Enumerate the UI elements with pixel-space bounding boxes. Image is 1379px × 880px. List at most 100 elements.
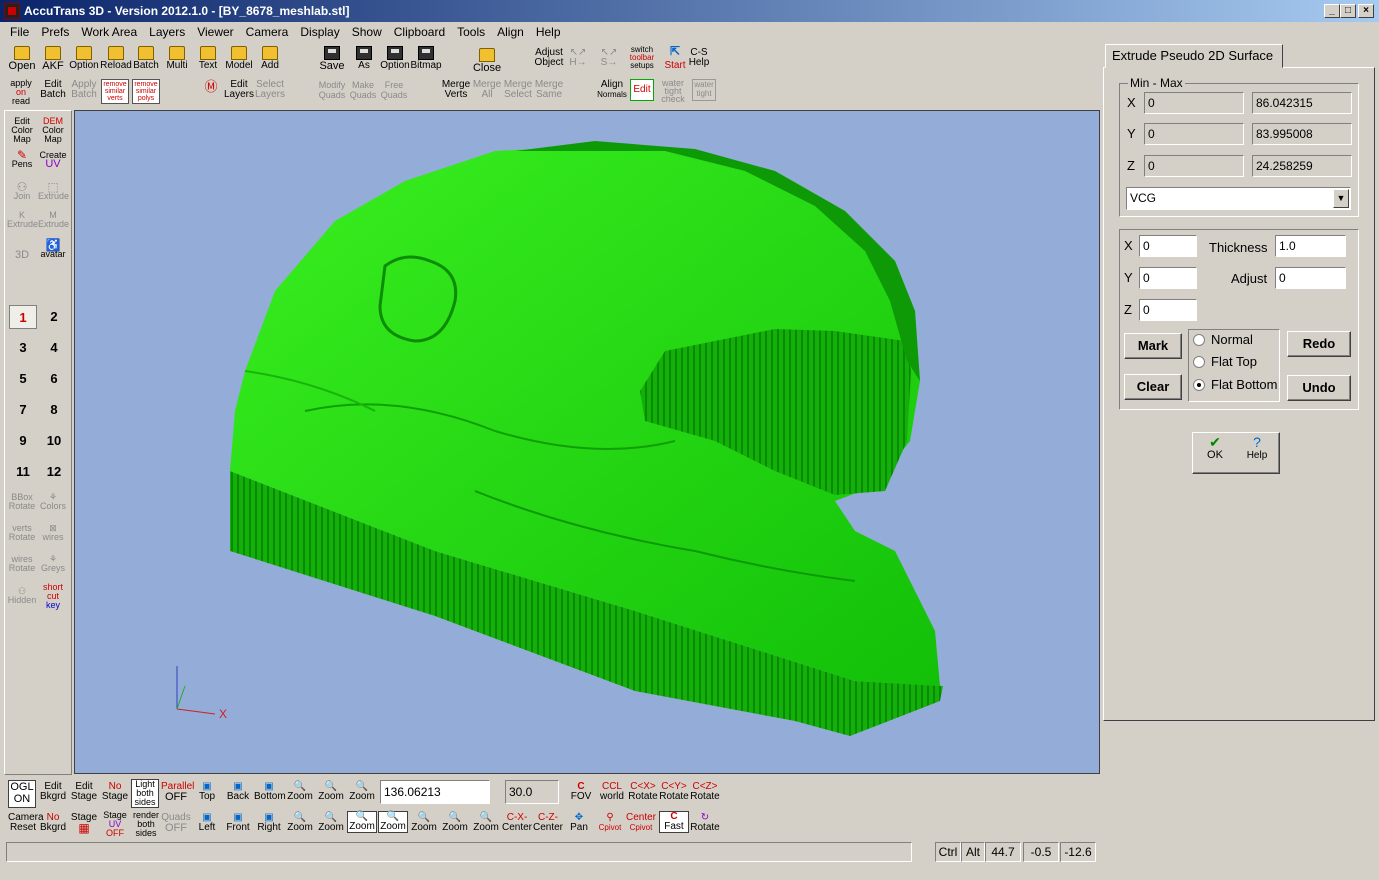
world-button[interactable]: CCL world (597, 782, 627, 802)
layer-12-button[interactable]: 12 (40, 460, 68, 484)
layer-7-button[interactable]: 7 (9, 398, 37, 422)
help-button[interactable]: ? Help (1240, 435, 1274, 462)
x-input[interactable]: 0 (1139, 235, 1197, 257)
save-option-button[interactable]: Option (379, 46, 411, 71)
fov-value-field[interactable]: 30.0 (505, 780, 559, 804)
view-left-button[interactable]: ▣ Left (192, 813, 222, 833)
rotate-c-button[interactable]: ↻ Rotate (690, 813, 720, 833)
rotate-z-button[interactable]: C<Z> Rotate (690, 782, 720, 802)
join-button[interactable]: ⚇ Join (7, 181, 37, 201)
model-button[interactable]: Model (224, 46, 254, 71)
water-tight-button[interactable]: water tight (692, 79, 716, 101)
start-button[interactable]: ⇱ Start (662, 45, 688, 71)
extrude-m-button[interactable]: M Extrude (38, 211, 69, 229)
center-x-button[interactable]: C-X- Center (502, 813, 532, 833)
method-dropdown[interactable]: VCG (1126, 187, 1351, 210)
chevron-down-icon[interactable]: ▼ (1333, 189, 1349, 208)
apply-batch-button[interactable]: Apply Batch (69, 80, 99, 100)
merge-same-button[interactable]: Merge Same (534, 80, 564, 100)
maximize-button[interactable]: □ (1340, 4, 1356, 18)
center-z-button[interactable]: C-Z- Center (533, 813, 563, 833)
menu-clipboard[interactable]: Clipboard (388, 22, 451, 42)
zoom-a-button[interactable]: 🔍 Zoom (378, 811, 408, 833)
wires-rotate-button[interactable]: wires Rotate (7, 555, 37, 573)
no-stage-button[interactable]: No Stage (100, 782, 130, 802)
water-tight-check-button[interactable]: water tight check (658, 79, 688, 104)
verts-rotate-button[interactable]: verts Rotate (7, 524, 37, 542)
layer-9-button[interactable]: 9 (9, 429, 37, 453)
text-button[interactable]: Text (193, 46, 223, 71)
layer-5-button[interactable]: 5 (9, 367, 37, 391)
layer-11-button[interactable]: 11 (9, 460, 37, 484)
zoom-6-button[interactable]: 🔍 Zoom (347, 811, 377, 833)
clear-button[interactable]: Clear (1124, 374, 1182, 400)
remove-similar-verts-button[interactable]: remove similar verts (101, 79, 129, 104)
view-right-button[interactable]: ▣ Right (254, 813, 284, 833)
thickness-input[interactable]: 1.0 (1275, 235, 1346, 257)
fov-button[interactable]: C FOV (566, 782, 596, 802)
merge-verts-button[interactable]: Merge Verts (441, 80, 471, 100)
open-button[interactable]: Open (6, 46, 38, 72)
reload-button[interactable]: Reload (100, 46, 132, 71)
light-both-sides-button[interactable]: Light both sides (131, 779, 159, 808)
zoom-3-button[interactable]: 🔍 Zoom (347, 782, 377, 802)
menu-align[interactable]: Align (491, 22, 530, 42)
stage-uv-off-button[interactable]: Stage UV OFF (100, 811, 130, 838)
cs-help-button[interactable]: C-S Help (686, 48, 712, 68)
edit-normals-button[interactable]: Edit (630, 79, 654, 101)
view-back-button[interactable]: ▣ Back (223, 782, 253, 802)
close-button[interactable]: × (1358, 4, 1374, 18)
adjust-input[interactable]: 0 (1275, 267, 1346, 289)
extrude-button[interactable]: ⬚ Extrude (38, 181, 69, 201)
camera-reset-button[interactable]: Camera Reset (8, 813, 44, 833)
layer-6-button[interactable]: 6 (40, 367, 68, 391)
zoom-c-button[interactable]: 🔍 Zoom (471, 813, 501, 833)
parallel-off-button[interactable]: Parallel OFF (161, 782, 194, 803)
no-bkgrd-button[interactable]: No Bkgrd (38, 813, 68, 833)
modify-quads-button[interactable]: Modify Quads (316, 80, 348, 100)
save-button[interactable]: Save (316, 46, 348, 72)
quads-off-button[interactable]: Quads OFF (161, 813, 191, 834)
zoom-1-button[interactable]: 🔍 Zoom (285, 782, 315, 802)
zoom-4-button[interactable]: 🔍 Zoom (285, 813, 315, 833)
center-pivot-button[interactable]: Center Cpivot (626, 813, 656, 833)
edit-layers-button[interactable]: Edit Layers (224, 80, 254, 100)
remove-similar-polys-button[interactable]: remove similar polys (132, 79, 160, 104)
menu-camera[interactable]: Camera (240, 22, 295, 42)
menu-prefs[interactable]: Prefs (35, 22, 75, 42)
add-button[interactable]: Add (255, 46, 285, 71)
tab-extrude-pseudo-2d[interactable]: Extrude Pseudo 2D Surface (1105, 44, 1283, 68)
menu-work-area[interactable]: Work Area (75, 22, 143, 42)
colors-button[interactable]: ⚘ Colors (38, 493, 68, 511)
layer-3-button[interactable]: 3 (9, 336, 37, 360)
radio-flat-top[interactable]: Flat Top (1193, 354, 1257, 369)
switch-toolbar-button[interactable]: switch toolbar setups (627, 46, 657, 70)
rotate-x-button[interactable]: C<X> Rotate (628, 782, 658, 802)
hidden-button[interactable]: ⚇ Hidden (7, 587, 37, 605)
batch-button[interactable]: Batch (131, 46, 161, 71)
stage-grid-button[interactable]: Stage ▦ (69, 813, 99, 835)
radio-flat-bottom[interactable]: Flat Bottom (1193, 377, 1277, 392)
bbox-rotate-button[interactable]: BBox Rotate (7, 493, 37, 511)
edit-color-map-button[interactable]: Edit Color Map (7, 117, 37, 144)
view-front-button[interactable]: ▣ Front (223, 813, 253, 833)
menu-display[interactable]: Display (294, 22, 345, 42)
redo-button[interactable]: Redo (1287, 331, 1351, 357)
edit-batch-button[interactable]: Edit Batch (38, 80, 68, 100)
create-uv-button[interactable]: Create UV (38, 151, 68, 170)
view-top-button[interactable]: ▣ Top (192, 782, 222, 802)
z-input[interactable]: 0 (1139, 299, 1197, 321)
make-quads-button[interactable]: Make Quads (348, 80, 378, 100)
layer-8-button[interactable]: 8 (40, 398, 68, 422)
zoom-2-button[interactable]: 🔍 Zoom (316, 782, 346, 802)
menu-viewer[interactable]: Viewer (191, 22, 239, 42)
bitmap-button[interactable]: Bitmap (410, 46, 442, 71)
save-as-button[interactable]: As (349, 46, 379, 71)
pens-button[interactable]: ✎ Pens (7, 149, 37, 169)
menu-file[interactable]: File (4, 22, 35, 42)
layer-10-button[interactable]: 10 (40, 429, 68, 453)
zoom-in-button[interactable]: 🔍 Zoom (409, 813, 439, 833)
view-bottom-button[interactable]: ▣ Bottom (254, 782, 286, 802)
rotate-y-button[interactable]: C<Y> Rotate (659, 782, 689, 802)
pan-button[interactable]: ✥ Pan (564, 813, 594, 833)
